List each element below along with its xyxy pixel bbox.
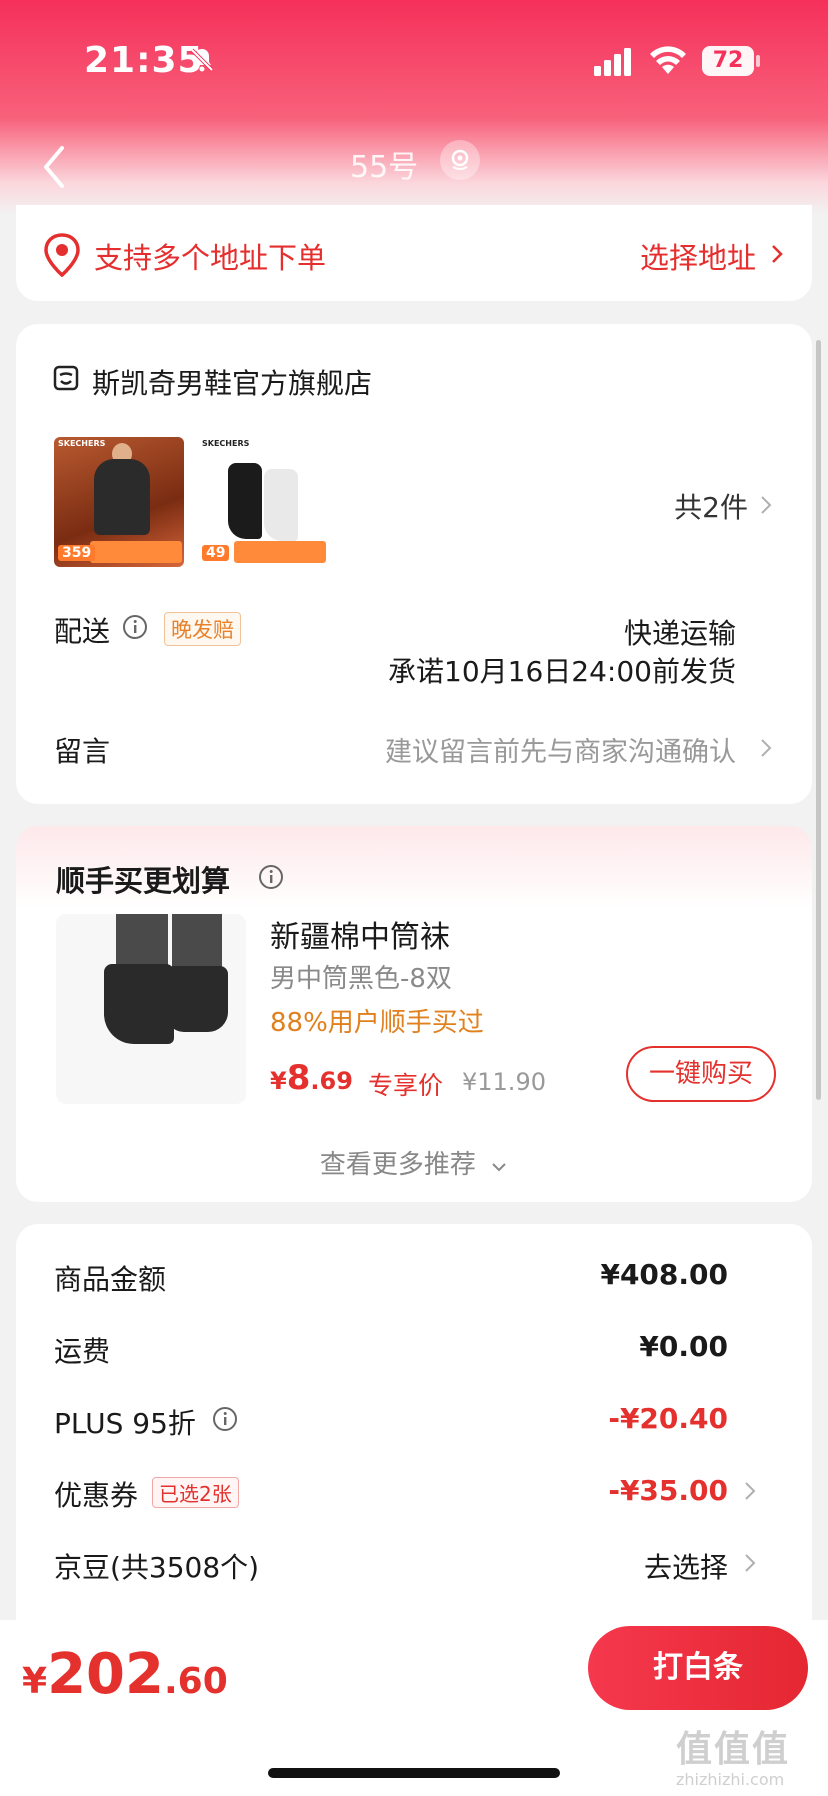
- nav-bar: 55号: [0, 130, 828, 210]
- status-bar: 21:35 72: [0, 0, 828, 120]
- back-arrow-icon[interactable]: [40, 142, 70, 192]
- product-thumbnail[interactable]: SKECHERS 49: [198, 437, 328, 567]
- store-order-card: 斯凯奇男鞋官方旗舰店 SKECHERS 359 SKECHERS 49 共2件 …: [16, 324, 812, 804]
- original-price: ¥11.90: [462, 1068, 546, 1096]
- location-pin-icon[interactable]: [440, 140, 480, 180]
- goods-amount-row: 商品金额 ¥408.00: [54, 1258, 728, 1296]
- note-label: 留言: [54, 735, 111, 768]
- address-card[interactable]: 支持多个地址下单 选择地址: [16, 205, 812, 301]
- pay-with-baitiao-button[interactable]: 打白条: [588, 1626, 808, 1710]
- price-summary-card: 商品金额 ¥408.00 运费 ¥0.00 PLUS 95折 -¥20.40 优…: [16, 1224, 812, 1644]
- info-icon[interactable]: [122, 614, 148, 640]
- chevron-right-icon: [761, 739, 772, 757]
- delivery-promise: 承诺10月16日24:00前发货: [388, 655, 736, 688]
- upsell-product-image[interactable]: [56, 914, 246, 1104]
- home-indicator[interactable]: [268, 1768, 560, 1778]
- watermark: 值值值: [676, 1729, 791, 1770]
- product-thumbnail[interactable]: SKECHERS 359: [54, 437, 184, 567]
- note-input[interactable]: 建议留言前先与商家沟通确认: [385, 730, 736, 769]
- info-icon[interactable]: [258, 864, 284, 890]
- upsell-social-proof: 88%用户顺手买过: [270, 1008, 484, 1038]
- chevron-right-icon: [772, 245, 783, 263]
- multi-address-hint: 支持多个地址下单: [94, 241, 327, 275]
- scrollbar[interactable]: [816, 340, 821, 1100]
- upsell-card: 顺手买更划算 新疆棉中筒袜 男中筒黑色-8双 88%用户顺手买过 ¥8.69 专…: [16, 826, 812, 1202]
- exclusive-price-label: 专享价: [368, 1071, 444, 1100]
- battery-cap: [756, 55, 760, 67]
- product-price-tag: 359: [58, 545, 96, 561]
- chevron-right-icon: [761, 496, 772, 514]
- product-price-tag: 49: [202, 545, 230, 561]
- watermark-url: zhizhizhi.com: [676, 1770, 785, 1789]
- late-compensation-badge: 晚发赔: [164, 612, 241, 646]
- upsell-product-spec: 男中筒黑色-8双: [270, 964, 452, 994]
- bell-muted-icon: [190, 48, 214, 72]
- coupon-value: -¥35.00: [608, 1474, 728, 1507]
- cellular-signal-icon: [594, 48, 631, 76]
- status-time: 21:35: [84, 40, 204, 81]
- page-title: 55号: [350, 150, 419, 185]
- coupon-row[interactable]: 优惠券 已选2张 -¥35.00: [16, 1474, 812, 1518]
- one-click-buy-button[interactable]: 一键购买: [626, 1046, 776, 1102]
- battery-indicator: 72: [702, 46, 754, 76]
- plus-discount-row: PLUS 95折 -¥20.40: [54, 1402, 728, 1440]
- wifi-icon: [650, 46, 686, 74]
- item-count[interactable]: 共2件: [674, 486, 748, 526]
- coupon-selected-badge: 已选2张: [152, 1477, 239, 1508]
- choose-beans-link[interactable]: 去选择: [644, 1546, 728, 1586]
- plus-discount-value: -¥20.40: [608, 1402, 728, 1435]
- jd-beans-row[interactable]: 京豆(共3508个) 去选择: [16, 1546, 812, 1590]
- store-name[interactable]: 斯凯奇男鞋官方旗舰店: [92, 362, 372, 402]
- checkout-bar: ¥202.60 打白条 值值值 zhizhizhi.com: [0, 1620, 828, 1796]
- upsell-title: 顺手买更划算: [56, 864, 231, 898]
- shipping-row: 运费 ¥0.00: [54, 1330, 728, 1368]
- delivery-label: 配送: [54, 615, 111, 648]
- store-icon: [53, 365, 79, 391]
- upsell-price: ¥8.69: [270, 1058, 353, 1098]
- info-icon[interactable]: [212, 1406, 238, 1432]
- chevron-down-icon: [492, 1163, 506, 1172]
- upsell-product-name[interactable]: 新疆棉中筒袜: [270, 912, 450, 956]
- chevron-right-icon: [745, 1554, 756, 1572]
- shipping-value: ¥0.00: [639, 1330, 728, 1363]
- select-address-link[interactable]: 选择地址: [640, 235, 756, 277]
- delivery-method: 快递运输: [623, 617, 736, 650]
- total-price: ¥202.60: [22, 1642, 228, 1707]
- map-marker-icon: [44, 233, 80, 277]
- more-recommendations-link[interactable]: 查看更多推荐: [16, 1144, 812, 1181]
- chevron-right-icon: [745, 1482, 756, 1500]
- goods-amount-value: ¥408.00: [600, 1258, 728, 1291]
